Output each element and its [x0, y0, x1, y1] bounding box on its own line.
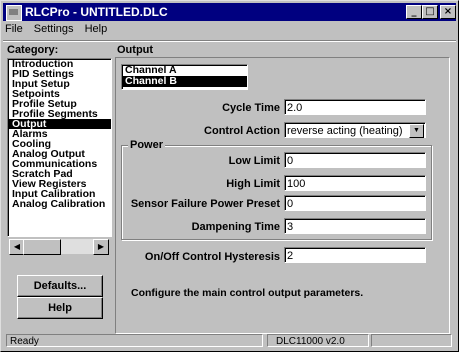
hysteresis-field[interactable]: 2: [284, 247, 426, 263]
chevron-down-icon[interactable]: ▼: [409, 124, 424, 138]
category-list[interactable]: Introduction PID Settings Input Setup Se…: [7, 58, 112, 237]
hysteresis-label: On/Off Control Hysteresis: [144, 251, 280, 263]
close-button[interactable]: ×: [440, 5, 456, 19]
help-button[interactable]: Help: [17, 297, 103, 319]
status-empty: [371, 334, 452, 347]
category-scrollbar[interactable]: ◀ ▶: [9, 239, 109, 255]
app-icon[interactable]: [6, 5, 22, 21]
scroll-thumb[interactable]: [23, 239, 61, 255]
category-label: Category:: [7, 44, 59, 56]
cycle-time-label: Cycle Time: [222, 102, 280, 114]
control-action-select[interactable]: reverse acting (heating) ▼: [284, 122, 426, 138]
menu-bar: File Settings Help: [5, 23, 115, 39]
power-group-title: Power: [128, 139, 166, 151]
menu-file[interactable]: File: [5, 23, 23, 35]
category-item-analog-calibration[interactable]: Analog Calibration: [8, 199, 111, 210]
app-window: RLCPro - UNTITLED.DLC _ □ × File Setting…: [0, 0, 459, 352]
sensor-failure-label: Sensor Failure Power Preset: [130, 198, 280, 210]
dampening-time-field[interactable]: 3: [284, 218, 426, 234]
status-ready: Ready: [6, 334, 263, 347]
dampening-time-label: Dampening Time: [191, 221, 280, 233]
minimize-button[interactable]: _: [406, 5, 422, 19]
low-limit-label: Low Limit: [228, 155, 280, 167]
maximize-button[interactable]: □: [422, 5, 438, 19]
description-text: Configure the main control output parame…: [131, 287, 364, 299]
control-action-label: Control Action: [204, 125, 280, 137]
defaults-button[interactable]: Defaults...: [17, 275, 103, 297]
menu-settings[interactable]: Settings: [34, 23, 74, 35]
window-title: RLCPro - UNTITLED.DLC: [25, 5, 168, 19]
high-limit-label: High Limit: [226, 178, 280, 190]
menu-help[interactable]: Help: [85, 23, 108, 35]
channel-list[interactable]: Channel A Channel B: [121, 64, 248, 90]
output-label: Output: [117, 44, 154, 56]
low-limit-field[interactable]: 0: [284, 152, 426, 168]
scroll-right-icon[interactable]: ▶: [93, 239, 109, 255]
sensor-failure-field[interactable]: 0: [284, 195, 426, 211]
title-bar[interactable]: RLCPro - UNTITLED.DLC _ □ ×: [3, 3, 456, 21]
cycle-time-field[interactable]: 2.0: [284, 99, 426, 115]
channel-item-b[interactable]: Channel B: [122, 76, 247, 87]
high-limit-field[interactable]: 100: [284, 175, 426, 191]
status-version: DLC11000 v2.0: [267, 334, 369, 347]
